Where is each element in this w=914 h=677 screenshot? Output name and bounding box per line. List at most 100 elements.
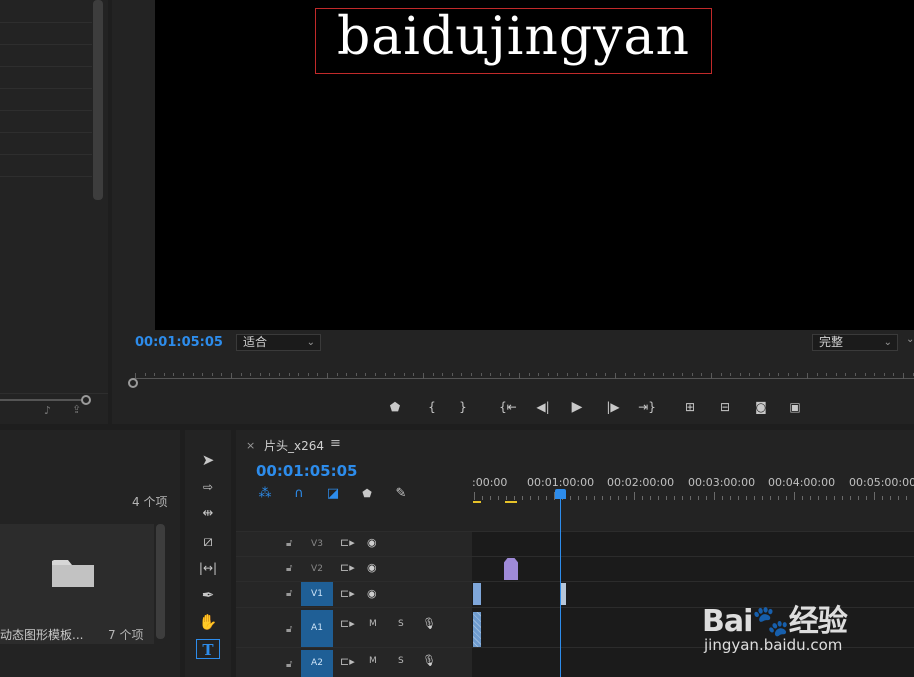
eye-icon[interactable]: ◉ (367, 561, 377, 574)
mark-in-icon[interactable]: { (422, 398, 442, 416)
quality-dropdown[interactable]: 完整 ⌄ (812, 334, 898, 351)
ruler-tick (576, 373, 578, 376)
program-timecode[interactable]: 00:01:05:05 (135, 335, 223, 350)
track-name-v1[interactable]: V1 (301, 582, 333, 606)
ruler-tick (746, 496, 747, 500)
ruler-tick (384, 373, 386, 376)
timeline-playhead[interactable] (555, 489, 566, 499)
track-select-tool-icon[interactable]: ⇨ (196, 477, 220, 497)
ruler-tick (602, 496, 603, 500)
sync-lock-icon[interactable]: ⊏▸ (340, 617, 355, 630)
go-to-out-icon[interactable]: ⇥} (637, 398, 657, 416)
lock-icon[interactable]: 🔓︎ (286, 659, 292, 670)
compare-icon[interactable]: ▣ (785, 398, 805, 416)
ruler-tick (658, 496, 659, 500)
chevron-down-icon: ⌄ (883, 337, 892, 348)
type-tool-icon[interactable]: T (196, 639, 220, 659)
track-name-a1[interactable]: A1 (301, 610, 333, 647)
program-time-ruler[interactable] (127, 364, 914, 388)
ruler-tick (898, 496, 899, 500)
extract-icon[interactable]: ⊟ (715, 398, 735, 416)
ruler-label: 00:04:00:00 (768, 476, 836, 489)
mark-out-icon[interactable]: } (453, 398, 473, 416)
ruler-tick (586, 496, 587, 500)
title-clip[interactable] (504, 558, 518, 580)
nest-icon[interactable]: ⁂ (256, 485, 274, 503)
lift-icon[interactable]: ⊞ (680, 398, 700, 416)
mute-button[interactable]: M (369, 656, 377, 666)
export-icon[interactable]: ⇪ (72, 403, 81, 416)
eye-icon[interactable]: ◉ (367, 536, 377, 549)
sync-lock-icon[interactable]: ⊏▸ (340, 561, 355, 574)
sync-lock-icon[interactable]: ⊏▸ (340, 587, 355, 600)
ruler-tick (259, 373, 261, 376)
mute-button[interactable]: M (369, 619, 377, 629)
bin-name[interactable]: 动态图形模板... (0, 626, 83, 643)
ruler-tick (615, 373, 616, 379)
selection-tool-icon[interactable]: ➤ (196, 450, 220, 470)
lock-icon[interactable]: 🔓︎ (286, 588, 292, 599)
solo-button[interactable]: S (398, 619, 404, 629)
title-text[interactable]: baidujingyan (316, 4, 711, 70)
program-playhead[interactable] (128, 378, 138, 388)
ruler-tick (850, 496, 851, 500)
track-name-v2[interactable]: V2 (301, 562, 333, 576)
list-row-divider (0, 22, 92, 23)
eye-icon[interactable]: ◉ (367, 587, 377, 600)
ruler-tick (650, 496, 651, 500)
wrench-icon[interactable]: ✎ (392, 485, 410, 503)
close-icon[interactable]: × (246, 439, 255, 452)
ruler-tick (498, 496, 499, 500)
razor-tool-icon[interactable]: ⧄ (196, 531, 220, 551)
play-icon[interactable]: ▶ (567, 398, 587, 416)
ruler-tick (858, 496, 859, 500)
lock-icon[interactable]: 🔓︎ (286, 538, 292, 549)
ruler-tick (538, 373, 540, 376)
ruler-tick (874, 373, 876, 376)
sync-lock-icon[interactable]: ⊏▸ (340, 655, 355, 668)
step-back-icon[interactable]: ◀| (533, 398, 553, 416)
ruler-tick (722, 496, 723, 500)
settings-icon[interactable]: ⌄ (906, 334, 914, 345)
solo-button[interactable]: S (398, 656, 404, 666)
zoom-slider-knob[interactable] (81, 395, 91, 405)
track-name-a2[interactable]: A2 (301, 650, 333, 677)
ruler-tick (912, 373, 914, 376)
step-forward-icon[interactable]: |▶ (603, 398, 623, 416)
lock-icon[interactable]: 🔓︎ (286, 624, 292, 635)
ruler-tick (883, 373, 885, 376)
project-list-scrollbar[interactable] (93, 0, 103, 200)
hand-tool-icon[interactable]: ✋ (196, 612, 220, 632)
video-clip[interactable] (561, 583, 566, 605)
snap-icon[interactable]: ∩ (290, 485, 308, 503)
panel-menu-icon[interactable]: ≡ (330, 436, 341, 451)
project-bin-scrollbar[interactable] (156, 524, 165, 639)
go-to-in-icon[interactable]: {⇤ (498, 398, 518, 416)
audio-clip[interactable] (473, 612, 481, 647)
timeline-timecode[interactable]: 00:01:05:05 (256, 462, 358, 480)
ruler-tick (634, 373, 636, 376)
lock-icon[interactable]: 🔓︎ (286, 563, 292, 574)
microphone-icon[interactable]: 🎙︎ (422, 654, 436, 667)
timeline-playhead-line[interactable] (560, 496, 561, 677)
ruler-tick (762, 496, 763, 500)
sequence-tab[interactable]: 片头_x264 (264, 437, 324, 454)
microphone-icon[interactable]: 🎙︎ (422, 617, 436, 630)
pen-tool-icon[interactable]: ✒ (196, 585, 220, 605)
ruler-tick (163, 373, 165, 376)
fit-dropdown[interactable]: 适合 ⌄ (236, 334, 321, 351)
sync-lock-icon[interactable]: ⊏▸ (340, 536, 355, 549)
linked-selection-icon[interactable]: ◪ (324, 485, 342, 503)
export-frame-icon[interactable]: ◙ (751, 398, 771, 416)
add-marker-icon[interactable]: ⬟ (358, 485, 376, 503)
ruler-tick (499, 373, 501, 376)
marker-icon[interactable]: ⬟ (385, 398, 405, 416)
video-clip[interactable] (473, 583, 481, 605)
track-name-v3[interactable]: V3 (301, 537, 333, 551)
ruler-tick (250, 373, 252, 376)
ruler-tick (835, 373, 837, 376)
music-note-icon[interactable]: ♪ (44, 404, 51, 417)
slip-tool-icon[interactable]: |↔| (196, 558, 220, 578)
timeline-ruler[interactable]: :00:00 00:01:00:00 00:02:00:00 00:03:00:… (472, 470, 914, 510)
ripple-edit-tool-icon[interactable]: ⇹ (196, 504, 220, 524)
